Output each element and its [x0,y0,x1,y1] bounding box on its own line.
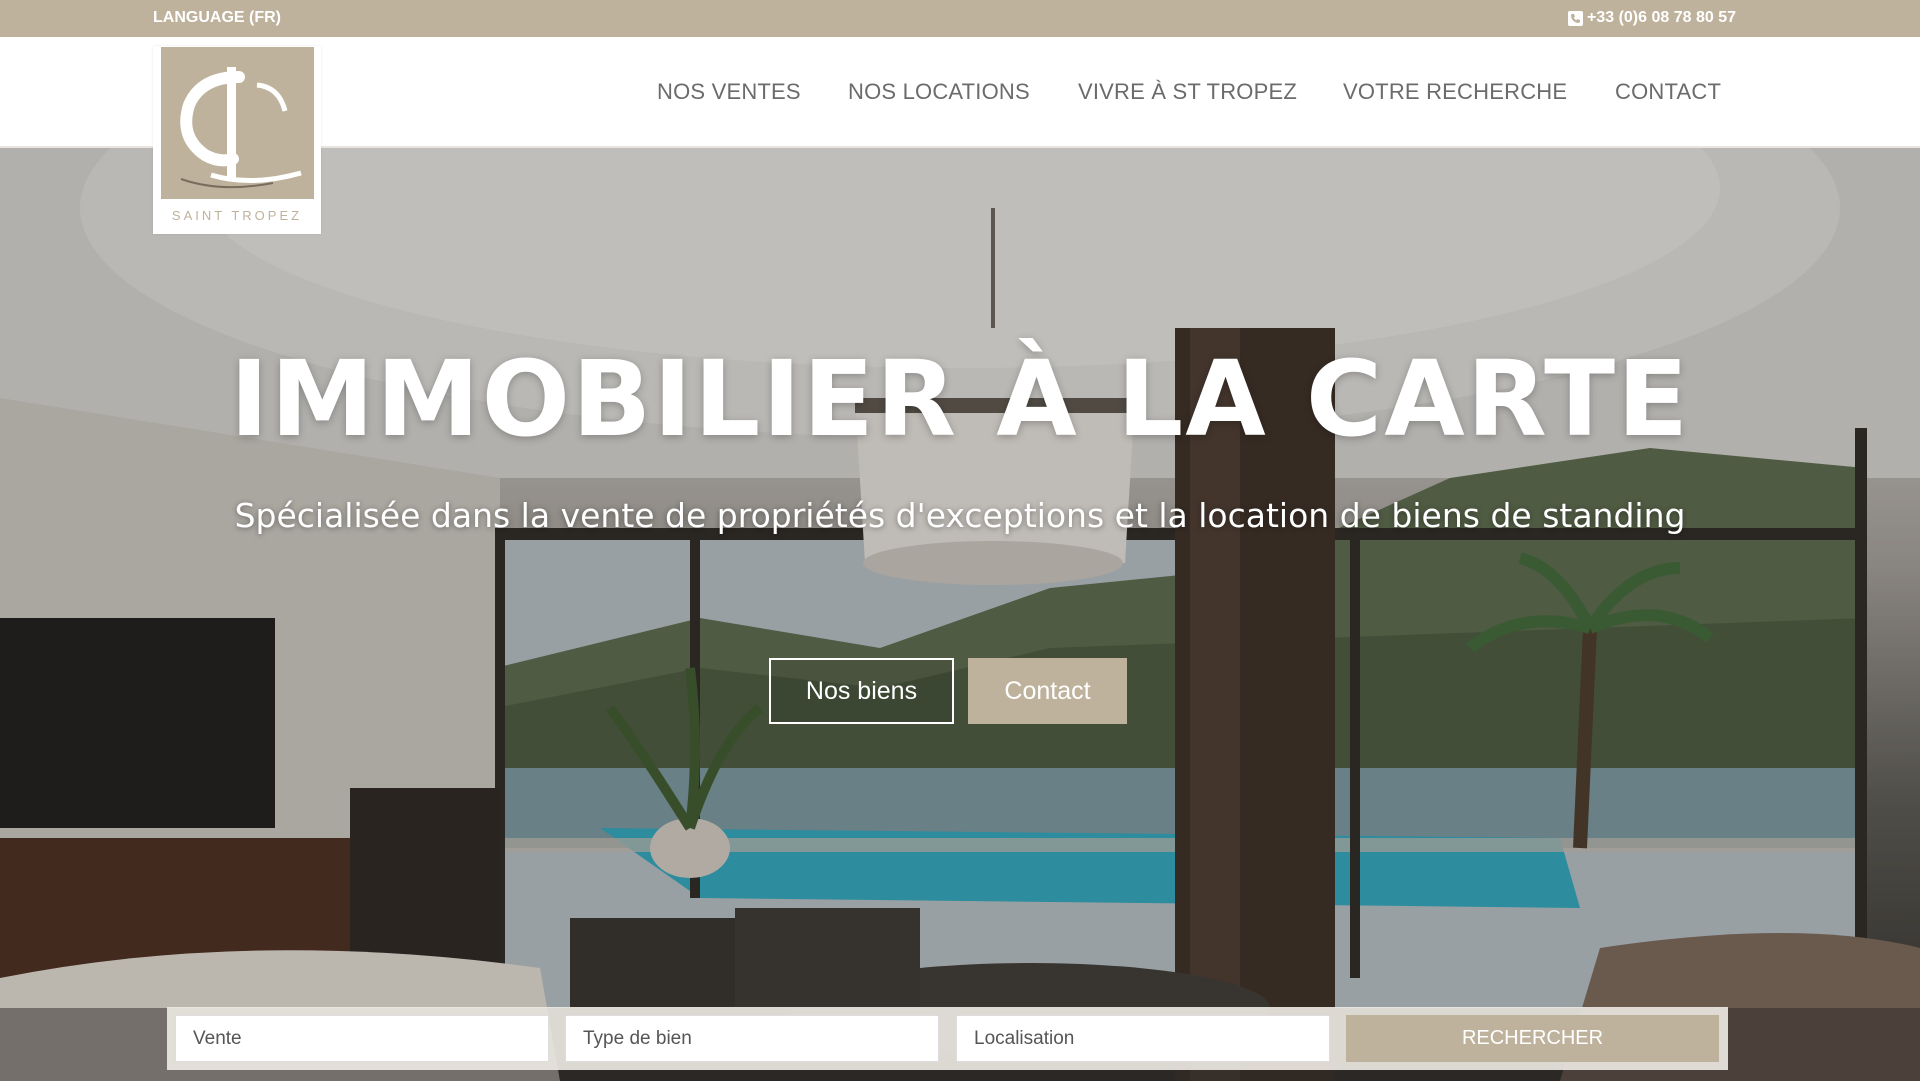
nav-item-votre-recherche[interactable]: VOTRE RECHERCHE [1343,79,1567,105]
property-type-select[interactable]: Type de bien [565,1015,939,1062]
nav-item-vivre-st-tropez[interactable]: VIVRE À ST TROPEZ [1078,79,1297,105]
contact-button[interactable]: Contact [968,658,1127,724]
top-bar: LANGUAGE (FR) +33 (0)6 08 78 80 57 [0,0,1920,37]
transaction-select[interactable]: Vente [175,1015,549,1062]
nav-item-contact[interactable]: CONTACT [1615,79,1721,105]
search-button[interactable]: RECHERCHER [1346,1015,1719,1062]
phone-number[interactable]: +33 (0)6 08 78 80 57 [1587,9,1736,27]
nos-biens-button[interactable]: Nos biens [769,658,954,724]
property-search-bar: Vente Type de bien Localisation RECHERCH… [167,1007,1728,1070]
hero-overlay [0,148,1920,1081]
nav-item-locations[interactable]: NOS LOCATIONS [848,79,1030,105]
site-logo[interactable]: SAINT TROPEZ [153,46,321,234]
hero-subtitle: Spécialisée dans la vente de propriétés … [234,496,1686,535]
location-input[interactable]: Localisation [956,1015,1330,1062]
language-selector[interactable]: LANGUAGE (FR) [153,9,281,27]
phone-contact[interactable]: +33 (0)6 08 78 80 57 [1567,9,1736,27]
phone-icon [1567,10,1583,26]
logo-tagline: SAINT TROPEZ [171,208,303,223]
hero-title: IMMOBILIER À LA CARTE [229,338,1691,460]
nav-item-ventes[interactable]: NOS VENTES [657,79,801,105]
hero-banner: IMMOBILIER À LA CARTE Spécialisée dans l… [0,148,1920,1081]
logo-mark [161,47,314,199]
